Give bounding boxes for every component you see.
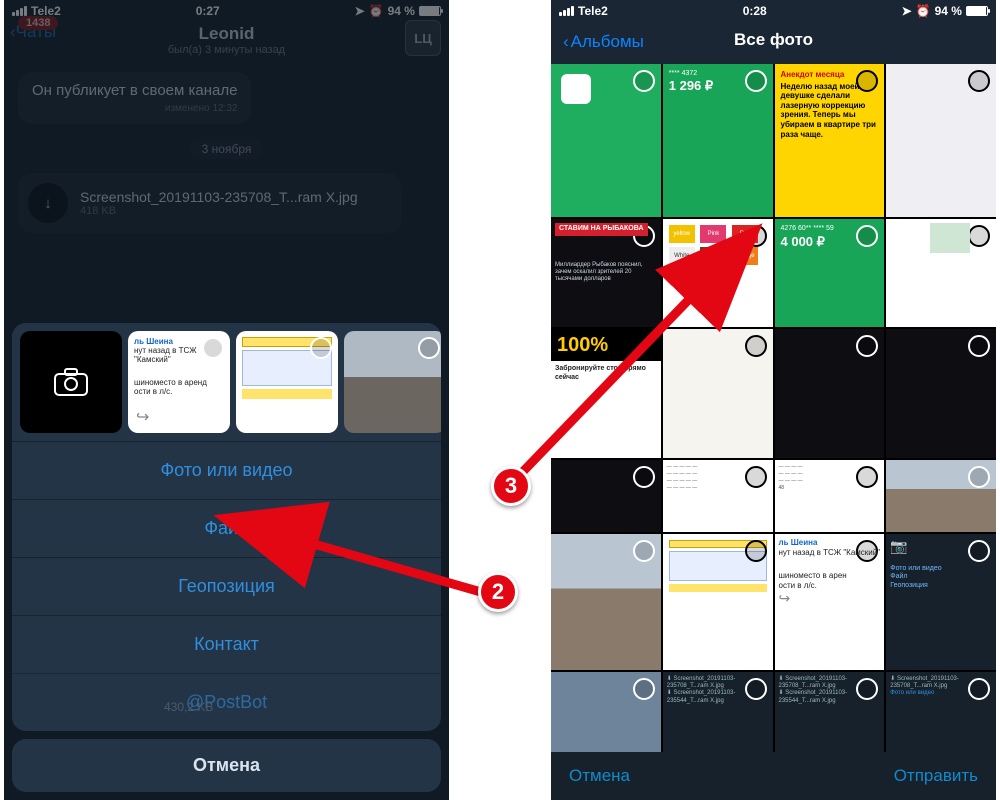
grid-cell[interactable]: — — — —— — — —— — — —48	[775, 460, 885, 532]
alarm-icon: ⏰	[369, 4, 384, 18]
grid-cell[interactable]: 100% Забронируйте стол прямо сейчас	[551, 329, 661, 458]
grid-cell[interactable]	[775, 329, 885, 458]
chat-header: ‹ Чаты 1438 Leonid был(а) 3 минуты назад…	[4, 22, 449, 62]
message-text: Он публикует в своем канале	[32, 82, 237, 99]
grid-cell[interactable]: ⬇ Screenshot_20191103-235708_T...ram X.j…	[775, 672, 885, 752]
picker-send-button[interactable]: Отправить	[894, 766, 978, 786]
phone-left: Tele2 0:27 ➤ ⏰ 94 % ‹ Чаты 1438 Leonid б…	[4, 0, 449, 800]
battery-icon	[419, 6, 441, 16]
attachment-sheet: ль Шеина нут назад в ТСЖ "Камский" шином…	[12, 323, 441, 792]
grid-cell[interactable]: СТАВИМ НА РЫБАКОВА Миллиардер Рыбаков по…	[551, 219, 661, 327]
callout-2: 2	[478, 572, 518, 612]
photo-thumb[interactable]	[344, 331, 441, 433]
message-bubble[interactable]: Он публикует в своем канале изменено 12:…	[18, 72, 251, 124]
share-icon: ↪	[136, 407, 149, 427]
file-attachment[interactable]: ↓ Screenshot_20191103-235708_T...ram X.j…	[18, 173, 402, 233]
avatar[interactable]: LЦ	[405, 20, 441, 56]
grid-cell[interactable]	[663, 329, 773, 458]
chat-title[interactable]: Leonid	[4, 24, 449, 44]
cancel-button[interactable]: Отмена	[12, 739, 441, 792]
chat-body: Он публикует в своем канале изменено 12:…	[4, 62, 449, 243]
phone-right: Tele2 0:28 ➤ ⏰ 94 % ‹ Альбомы Все фото *…	[551, 0, 996, 800]
location-icon: ➤	[355, 4, 365, 18]
grid-cell[interactable]: Анекдот месяца Неделю назад моей девушке…	[775, 64, 885, 217]
photo-thumb[interactable]	[236, 331, 338, 433]
photo-thumb[interactable]: ль Шеина нут назад в ТСЖ "Камский" шином…	[128, 331, 230, 433]
recent-photos-strip[interactable]: ль Шеина нут назад в ТСЖ "Камский" шином…	[12, 323, 441, 441]
menu-postbot[interactable]: @PostBot	[12, 673, 441, 731]
message-edited-label: изменено 12:32	[32, 103, 237, 114]
grid-cell[interactable]: — — — — —— — — — —— — — — —— — — — —	[663, 460, 773, 532]
grid-cell[interactable]	[886, 219, 996, 327]
grid-cell[interactable]: yellow Pink Red White Brown orange	[663, 219, 773, 327]
carrier-label: Tele2	[578, 4, 608, 18]
menu-contact[interactable]: Контакт	[12, 615, 441, 673]
grid-cell[interactable]: **** 4372 1 296 ₽	[663, 64, 773, 217]
grid-cell[interactable]	[551, 672, 661, 752]
unread-badge: 1438	[18, 16, 58, 30]
grid-cell[interactable]	[551, 460, 661, 532]
download-icon[interactable]: ↓	[28, 183, 68, 223]
status-bar: Tele2 0:27 ➤ ⏰ 94 %	[4, 0, 449, 22]
camera-icon	[54, 368, 88, 396]
grid-cell[interactable]	[886, 460, 996, 532]
picker-cancel-button[interactable]: Отмена	[569, 766, 630, 786]
grid-cell[interactable]: ⬇ Screenshot_20191103-235708_T...ram X.j…	[886, 672, 996, 752]
location-icon: ➤	[902, 4, 912, 18]
grid-cell[interactable]	[551, 534, 661, 670]
menu-location[interactable]: Геопозиция	[12, 557, 441, 615]
chat-subtitle: был(а) 3 минуты назад	[4, 44, 449, 56]
signal-icon	[559, 6, 574, 16]
status-bar: Tele2 0:28 ➤ ⏰ 94 %	[551, 0, 996, 22]
picker-title: Все фото	[551, 30, 996, 50]
menu-photo-video[interactable]: Фото или видео	[12, 441, 441, 499]
grid-cell[interactable]	[886, 329, 996, 458]
picker-footer: Отмена Отправить	[551, 752, 996, 800]
clock: 0:27	[196, 4, 220, 18]
grid-cell[interactable]: ⬇ Screenshot_20191103-235708_T...ram X.j…	[663, 672, 773, 752]
menu-file[interactable]: Файл	[12, 499, 441, 557]
date-divider: 3 ноября	[18, 140, 435, 157]
photo-grid[interactable]: **** 4372 1 296 ₽ Анекдот месяца Неделю …	[551, 64, 996, 752]
grid-cell[interactable]	[551, 64, 661, 217]
hidden-file-size: 430,2 KB	[164, 700, 213, 714]
callout-3: 3	[491, 466, 531, 506]
battery-pct: 94 %	[388, 4, 415, 18]
grid-cell[interactable]: ль Шеина нут назад в ТСЖ "Камский" шином…	[775, 534, 885, 670]
camera-tile[interactable]	[20, 331, 122, 433]
battery-icon	[966, 6, 988, 16]
signal-icon	[12, 6, 27, 16]
grid-cell[interactable]	[886, 64, 996, 217]
clock: 0:28	[743, 4, 767, 18]
grid-cell[interactable]	[663, 534, 773, 670]
alarm-icon: ⏰	[916, 4, 931, 18]
battery-pct: 94 %	[935, 4, 962, 18]
file-name: Screenshot_20191103-235708_T...ram X.jpg	[80, 189, 358, 205]
file-size: 418 KB	[80, 205, 358, 217]
grid-cell[interactable]: 📷 Фото или видео Файл Геопозиция	[886, 534, 996, 670]
grid-cell[interactable]: 4276 60** **** 59 4 000 ₽	[775, 219, 885, 327]
